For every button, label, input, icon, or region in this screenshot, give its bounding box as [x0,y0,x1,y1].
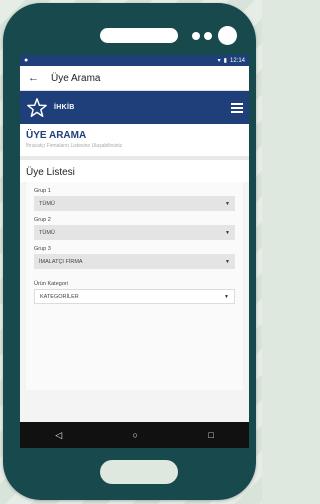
filter-panel: Grup 1 TÜMÜ ▼ Grup 2 TÜMÜ ▼ Grup 3 İMALA… [26,182,243,390]
group-3-select[interactable]: İMALATÇI FİRMA ▼ [34,254,235,269]
nav-home-icon[interactable]: ○ [133,430,138,440]
select-value: TÜMÜ [39,200,55,207]
field-group-3: Grup 3 İMALATÇI FİRMA ▼ [34,246,235,269]
phone-frame: ● ▾ ▮ 12:14 ← Üye Arama İHKİB ÜYE ARAMA … [3,3,256,500]
phone-screen: ● ▾ ▮ 12:14 ← Üye Arama İHKİB ÜYE ARAMA … [20,55,249,448]
status-bar: ● ▾ ▮ 12:14 [20,55,249,66]
brand-name: İHKİB [54,104,75,111]
star-logo-icon [27,97,47,117]
field-label: Grup 2 [34,217,51,223]
app-bar: ← Üye Arama [20,66,249,91]
list-header: Üye Listesi [20,160,249,182]
dropdown-arrow-icon: ▼ [225,200,230,207]
category-select[interactable]: KATEGORİLER ▼ [34,289,235,304]
field-label: Ürün Kategori [34,281,68,287]
select-value: KATEGORİLER [40,293,79,300]
appbar-title: Üye Arama [51,72,101,84]
page-subtitle: İhracatçı Firmaların Listesine Ulaşabili… [26,143,123,149]
dropdown-arrow-icon: ▼ [225,258,230,265]
front-camera [218,26,237,45]
field-group-1: Grup 1 TÜMÜ ▼ [34,188,235,211]
battery-icon: ▮ [223,58,227,64]
page-title: ÜYE ARAMA [26,130,87,141]
arrow-left-icon[interactable]: ← [28,72,39,84]
field-category: Ürün Kategori KATEGORİLER ▼ [34,281,235,304]
system-nav-bar: ◁ ○ □ [20,422,249,448]
list-title: Üye Listesi [26,167,75,178]
dropdown-arrow-icon: ▼ [225,229,230,236]
group-2-select[interactable]: TÜMÜ ▼ [34,225,235,240]
dropdown-arrow-icon: ▼ [224,293,229,300]
field-group-2: Grup 2 TÜMÜ ▼ [34,217,235,240]
home-button[interactable] [100,460,178,484]
sensor-dot [192,32,200,40]
page-header: ÜYE ARAMA İhracatçı Firmaların Listesine… [20,124,249,156]
nav-back-icon[interactable]: ◁ [55,430,62,440]
hamburger-menu-icon[interactable] [231,102,243,113]
field-label: Grup 1 [34,188,51,194]
nav-recent-icon[interactable]: □ [208,430,213,440]
notification-dot-icon: ● [24,57,29,64]
sensor-dot [204,32,212,40]
select-value: İMALATÇI FİRMA [39,258,83,265]
brand-bar: İHKİB [20,91,249,124]
status-time: 12:14 [229,57,245,64]
group-1-select[interactable]: TÜMÜ ▼ [34,196,235,211]
status-right: ▾ ▮ 12:14 [217,57,245,65]
field-label: Grup 3 [34,246,51,252]
select-value: TÜMÜ [39,229,55,236]
signal-icon: ▾ [217,58,221,64]
speaker-grille [100,28,178,43]
brand[interactable]: İHKİB [26,97,75,119]
